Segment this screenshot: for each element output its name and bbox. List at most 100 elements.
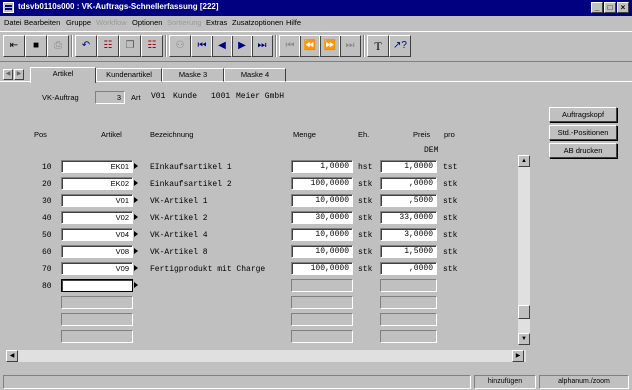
preis-field[interactable]: ,0000 (380, 177, 437, 190)
preis-field[interactable]: 1,5000 (380, 245, 437, 258)
undo-icon[interactable]: ↶ (75, 35, 97, 57)
tab-scroll-right-icon[interactable]: ▶ (14, 69, 24, 80)
empty-menge-field (291, 279, 353, 292)
column-menge: Menge (293, 130, 316, 139)
artikel-field[interactable]: EK01 (61, 160, 133, 173)
text-icon[interactable]: T (367, 35, 389, 57)
previous-record-icon[interactable]: ◀ (211, 35, 233, 57)
auftragskopf-button[interactable]: Auftragskopf (549, 107, 617, 122)
tree-icon[interactable]: ☷ (141, 35, 163, 57)
empty-artikel-field (61, 313, 133, 326)
column-preis: Preis (413, 130, 431, 139)
menge-field[interactable]: 10,0000 (291, 245, 353, 258)
last-page-icon[interactable]: ⏭ (339, 35, 361, 57)
zoom-arrow-icon[interactable] (134, 163, 138, 169)
zoom-arrow-icon[interactable] (134, 282, 138, 288)
pro-text: tst (443, 163, 458, 172)
print-icon[interactable]: ⎙ (47, 35, 69, 57)
menu-extras[interactable]: Extras (206, 18, 227, 27)
column-eh: Eh. (358, 130, 370, 139)
menu-hilfe[interactable]: Hilfe (286, 18, 301, 27)
preis-field[interactable]: 1,0000 (380, 160, 437, 173)
menu-zusatzoptionen[interactable]: Zusatzoptionen (232, 18, 283, 27)
bezeichnung-text: Fertigprodukt mit Charge (150, 265, 266, 274)
next-record-icon[interactable]: ▶ (231, 35, 253, 57)
std-positionen-button[interactable]: Std.-Positionen (549, 125, 617, 140)
last-record-icon[interactable]: ⏭ (251, 35, 273, 57)
first-record-icon[interactable]: ⏮ (191, 35, 213, 57)
artikel-field[interactable]: V02 (61, 211, 133, 224)
toolbar: ⇤ ■ ⎙ ↶ ☷ ❐ ☷ ⚇ ⏮ ◀ ▶ ⏭ ⏮ ⏪ ⏩ ⏭ T ↗? (0, 31, 632, 62)
menge-field[interactable]: 10,0000 (291, 194, 353, 207)
zoom-arrow-icon[interactable] (134, 265, 138, 271)
preis-field[interactable]: ,5000 (380, 194, 437, 207)
first-page-icon[interactable]: ⏮ (279, 35, 301, 57)
close-button[interactable]: × (617, 2, 629, 13)
status-bar: hinzufügen alphanum./zoom (0, 374, 632, 390)
horizontal-scrollbar[interactable]: ◀ ▶ (6, 350, 526, 362)
title-bar: tdsvb0110s000 : VK-Auftrags-Schnellerfas… (0, 0, 632, 16)
next-page-icon[interactable]: ⏩ (319, 35, 341, 57)
scroll-thumb[interactable] (518, 305, 530, 319)
duplicate-icon[interactable]: ❐ (119, 35, 141, 57)
tab-scroll-left-icon[interactable]: ◀ (3, 69, 13, 80)
empty-preis-field (380, 279, 437, 292)
menge-field[interactable]: 100,0000 (291, 262, 353, 275)
zoom-arrow-icon[interactable] (134, 214, 138, 220)
empty-menge-field (291, 330, 353, 343)
artikel-field[interactable]: V08 (61, 245, 133, 258)
vk-auftrag-field[interactable]: 3 (95, 91, 125, 104)
eh-text: stk (358, 265, 373, 274)
find-icon[interactable]: ⚇ (169, 35, 191, 57)
help-icon[interactable]: ↗? (389, 35, 411, 57)
menu-sortierung: Sortierung (167, 18, 202, 27)
row-pos: 70 (42, 265, 52, 274)
eh-text: stk (358, 197, 373, 206)
zoom-arrow-icon[interactable] (134, 231, 138, 237)
app-menu-icon[interactable] (3, 2, 14, 13)
menu-optionen[interactable]: Optionen (132, 18, 162, 27)
window-title: tdsvb0110s000 : VK-Auftrags-Schnellerfas… (18, 2, 219, 11)
scroll-down-icon[interactable]: ▼ (518, 333, 530, 345)
column-bezeichnung: Bezeichnung (150, 130, 194, 139)
row-pos: 60 (42, 248, 52, 257)
zoom-arrow-icon[interactable] (134, 248, 138, 254)
vertical-scrollbar[interactable]: ▲ ▼ (518, 155, 530, 345)
bezeichnung-text: VK-Artikel 8 (150, 248, 208, 257)
artikel-field[interactable]: V04 (61, 228, 133, 241)
exit-icon[interactable]: ⇤ (3, 35, 25, 57)
artikel-field-active[interactable] (61, 279, 133, 292)
artikel-field[interactable]: V09 (61, 262, 133, 275)
artikel-field[interactable]: EK02 (61, 177, 133, 190)
bezeichnung-text: VK-Artikel 4 (150, 231, 208, 240)
menu-datei[interactable]: Datei (4, 18, 22, 27)
save-icon[interactable]: ■ (25, 35, 47, 57)
row-pos: 80 (42, 282, 52, 291)
eh-text: stk (358, 180, 373, 189)
preis-field[interactable]: 33,0000 (380, 211, 437, 224)
scroll-up-icon[interactable]: ▲ (518, 155, 530, 167)
menge-field[interactable]: 100,0000 (291, 177, 353, 190)
tab-maske-4[interactable]: Maske 4 (224, 68, 286, 82)
artikel-field[interactable]: V01 (61, 194, 133, 207)
zoom-arrow-icon[interactable] (134, 180, 138, 186)
zoom-arrow-icon[interactable] (134, 197, 138, 203)
menge-field[interactable]: 1,0000 (291, 160, 353, 173)
scroll-right-icon[interactable]: ▶ (512, 350, 524, 362)
ab-drucken-button[interactable]: AB drucken (549, 143, 617, 158)
preis-field[interactable]: ,0000 (380, 262, 437, 275)
menge-field[interactable]: 10,0000 (291, 228, 353, 241)
copy-record-icon[interactable]: ☷ (97, 35, 119, 57)
previous-page-icon[interactable]: ⏪ (299, 35, 321, 57)
menu-bearbeiten[interactable]: Bearbeiten (24, 18, 60, 27)
menge-field[interactable]: 30,0000 (291, 211, 353, 224)
tab-artikel[interactable]: Artikel (30, 67, 96, 83)
pro-text: stk (443, 180, 458, 189)
preis-field[interactable]: 3,0000 (380, 228, 437, 241)
tab-maske-3[interactable]: Maske 3 (162, 68, 224, 82)
menu-gruppe[interactable]: Gruppe (66, 18, 91, 27)
tab-kundenartikel[interactable]: Kundenartikel (96, 68, 162, 82)
maximize-button[interactable]: □ (604, 2, 616, 13)
minimize-button[interactable]: _ (591, 2, 603, 13)
scroll-left-icon[interactable]: ◀ (6, 350, 18, 362)
